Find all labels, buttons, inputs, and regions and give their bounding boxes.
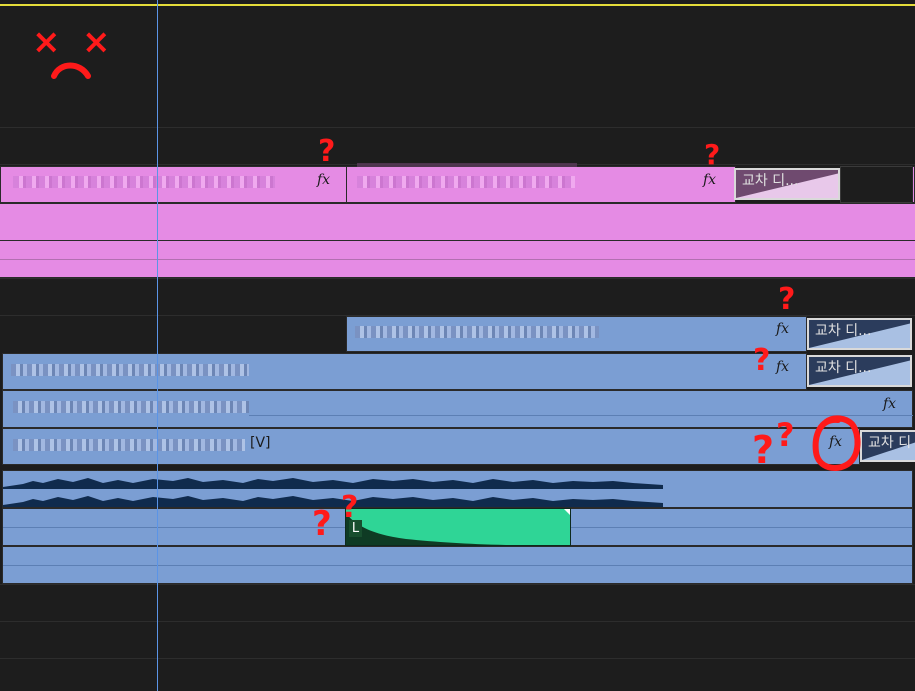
transition-label: 교차 디...: [742, 173, 799, 189]
fx-badge[interactable]: fx: [883, 396, 896, 412]
video-track-suffix: [V]: [250, 435, 271, 451]
blurred-clip-name: [13, 439, 245, 451]
transition-label: 교차 디: [868, 435, 912, 451]
timeline-ruler-bar: [0, 4, 915, 6]
clip-midline: [0, 259, 915, 260]
fx-badge[interactable]: fx: [776, 321, 789, 337]
question-mark-annotation: ?: [778, 282, 796, 317]
question-mark-annotation: ?: [318, 134, 336, 169]
track-divider: [0, 584, 915, 585]
clip-midline: [3, 565, 912, 566]
audio-waveform-icon: [3, 478, 663, 507]
track-divider: [0, 278, 915, 279]
blurred-clip-name: [13, 401, 249, 413]
question-mark-annotation: ?: [341, 490, 359, 525]
empty-gap: [840, 166, 915, 203]
x-eye-right-annotation: ×: [82, 22, 111, 62]
x-eye-left-annotation: ×: [32, 22, 61, 62]
pink-video-clip-1[interactable]: fx: [0, 166, 347, 203]
track-divider: [0, 621, 915, 622]
sad-mouth-icon: [51, 62, 91, 79]
pink-video-clip-2[interactable]: fx: [346, 163, 736, 203]
blue-video-clip-d[interactable]: [V] fx: [2, 428, 860, 465]
fx-badge[interactable]: fx: [317, 172, 330, 188]
clip-top-edge: [357, 163, 577, 167]
question-mark-annotation: ?: [776, 416, 795, 454]
transition-label: 교차 디...: [815, 360, 872, 376]
audio-level-curve-icon: [346, 509, 570, 545]
red-circle-highlight-icon: [812, 415, 861, 471]
selected-audio-clip[interactable]: [345, 508, 571, 546]
audio-clip-waveform[interactable]: [2, 470, 913, 508]
playhead[interactable]: [157, 0, 158, 691]
cross-dissolve-transition[interactable]: 교차 디...: [807, 318, 912, 350]
question-mark-annotation: ?: [753, 343, 771, 378]
audio-clip-lower[interactable]: [2, 546, 913, 584]
question-mark-annotation: ?: [752, 428, 775, 472]
blue-video-clip-b[interactable]: fx: [2, 353, 807, 390]
fx-badge[interactable]: fx: [776, 359, 789, 375]
cross-dissolve-transition[interactable]: 교차 디...: [807, 355, 912, 387]
blurred-clip-name: [357, 176, 575, 188]
question-mark-annotation: ?: [704, 138, 721, 171]
pink-video-clip-4[interactable]: [0, 240, 915, 278]
blurred-clip-name: [355, 326, 599, 338]
cross-dissolve-transition[interactable]: 교차 디...: [734, 168, 840, 200]
question-mark-annotation: ?: [312, 504, 332, 544]
blurred-clip-name: [11, 364, 249, 376]
transition-label: 교차 디...: [815, 323, 872, 339]
track-divider: [0, 127, 915, 128]
track-divider: [0, 658, 915, 659]
cross-dissolve-transition[interactable]: 교차 디: [860, 430, 915, 462]
blue-video-clip-a[interactable]: fx: [346, 316, 807, 352]
blurred-clip-name: [13, 176, 275, 188]
pink-video-clip-3[interactable]: [0, 203, 915, 241]
fx-badge[interactable]: fx: [703, 172, 716, 188]
